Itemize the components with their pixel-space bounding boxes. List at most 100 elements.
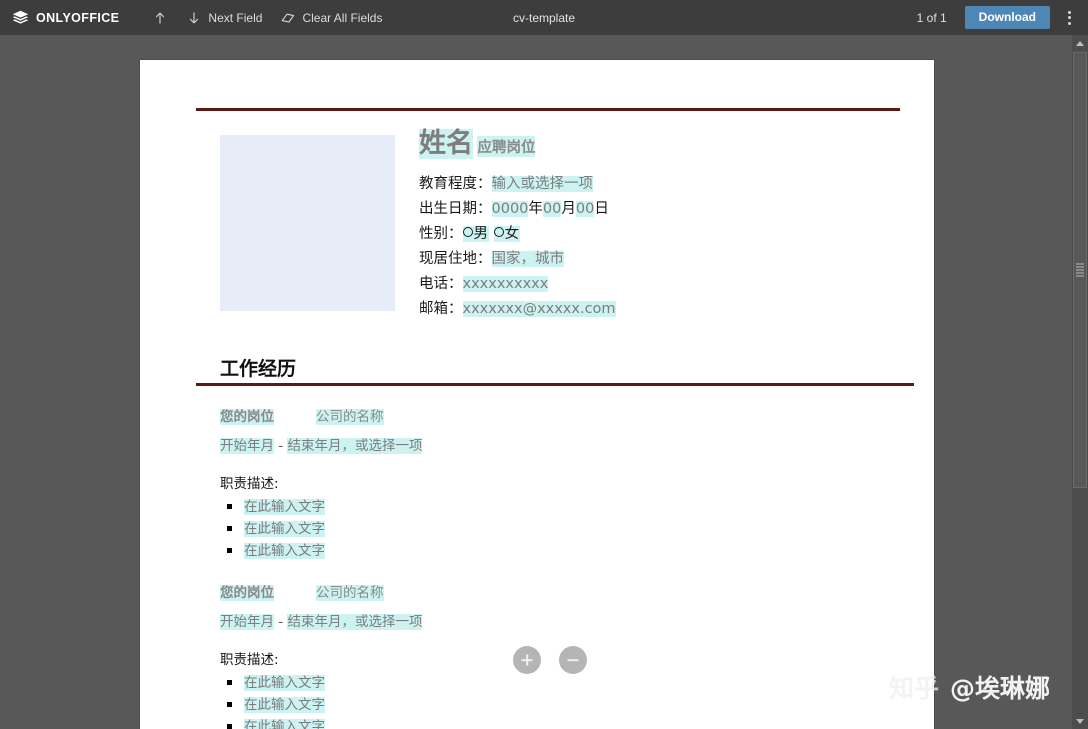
scrollbar-thumb[interactable]	[1073, 52, 1087, 488]
bullet-square-icon	[227, 526, 232, 532]
job-company-field[interactable]: 公司的名称	[316, 585, 384, 602]
triangle-down-icon	[1076, 718, 1084, 724]
bullet-square-icon	[227, 548, 232, 554]
gender-line: 性别： 男 女	[419, 222, 616, 247]
brand-name: ONLYOFFICE	[36, 10, 120, 25]
job-headline: 您的岗位 公司的名称	[220, 584, 900, 602]
gender-male-label: 男	[473, 226, 489, 243]
birthdate-line: 出生日期：0000年00月00日	[419, 197, 616, 222]
job-title-field[interactable]: 您的岗位	[220, 585, 274, 602]
duties-list: 在此输入文字 在此输入文字 在此输入文字	[220, 672, 900, 729]
applicant-role-field[interactable]: 应聘岗位	[477, 136, 536, 157]
duties-label: 职责描述:	[220, 476, 279, 493]
phone-field[interactable]: xxxxxxxxxx	[462, 276, 549, 293]
resume-header: 姓名 应聘岗位 教育程度：输入或选择一项 出生日期：0000年00月00日 性别…	[196, 128, 900, 322]
download-button[interactable]: Download	[964, 6, 1050, 29]
eraser-icon	[282, 13, 295, 23]
photo-placeholder[interactable]	[220, 135, 395, 311]
clear-all-fields-button[interactable]: Clear All Fields	[271, 0, 391, 35]
arrow-down-icon	[190, 12, 199, 23]
job-date-separator: -	[274, 438, 288, 455]
clear-all-fields-label: Clear All Fields	[302, 10, 383, 25]
education-label: 教育程度：	[419, 176, 492, 193]
job-start-date-field[interactable]: 开始年月	[220, 614, 274, 631]
duty-field[interactable]: 在此输入文字	[244, 499, 325, 516]
duty-field[interactable]: 在此输入文字	[244, 675, 325, 692]
vertical-scrollbar[interactable]	[1072, 35, 1088, 729]
previous-field-button[interactable]	[143, 0, 177, 35]
education-line: 教育程度：输入或选择一项	[419, 172, 616, 197]
document-viewer[interactable]: 姓名 应聘岗位 教育程度：输入或选择一项 出生日期：0000年00月00日 性别…	[0, 35, 1072, 729]
job-headline: 您的岗位 公司的名称	[220, 408, 900, 426]
zoom-in-button[interactable]	[513, 646, 541, 674]
stack-layers-icon	[12, 10, 29, 24]
residence-label: 现居住地：	[419, 251, 492, 268]
gender-female-label: 女	[504, 226, 520, 243]
zoom-out-button[interactable]	[559, 646, 587, 674]
next-field-button[interactable]: Next Field	[177, 0, 271, 35]
birth-year-unit: 年	[528, 201, 543, 218]
job-date-separator: -	[274, 614, 288, 631]
birth-day-unit: 日	[594, 201, 609, 218]
job-title-field[interactable]: 您的岗位	[220, 409, 274, 426]
list-item: 在此输入文字	[220, 496, 900, 518]
gender-male-option[interactable]: 男	[462, 226, 489, 243]
gender-female-option[interactable]: 女	[493, 226, 521, 243]
bullet-square-icon	[227, 680, 232, 686]
phone-line: 电话：xxxxxxxxxx	[419, 272, 616, 297]
bullet-square-icon	[227, 724, 232, 729]
birth-day-field[interactable]: 00	[575, 201, 595, 218]
section-rule	[196, 383, 914, 387]
birth-year-field[interactable]: 0000	[491, 201, 529, 218]
section-title-work-experience: 工作经历	[220, 358, 297, 381]
detail-lines: 教育程度：输入或选择一项 出生日期：0000年00月00日 性别：男 女 现居住…	[419, 172, 616, 322]
phone-label: 电话：	[419, 276, 463, 293]
zoom-controls	[513, 646, 587, 674]
email-line: 邮箱：xxxxxxx@xxxxx.com	[419, 297, 616, 322]
scrollbar-grip-icon	[1076, 263, 1084, 277]
birth-month-unit: 月	[561, 201, 576, 218]
duty-field[interactable]: 在此输入文字	[244, 521, 325, 538]
duty-field[interactable]: 在此输入文字	[244, 697, 325, 714]
onlyoffice-logo[interactable]: ONLYOFFICE	[12, 10, 119, 26]
job-entry: 您的岗位 公司的名称 开始年月 - 结束年月，或选择一项 职责描述: 在此输入文字…	[220, 408, 900, 562]
scroll-up-button[interactable]	[1072, 35, 1088, 51]
job-dates: 开始年月 - 结束年月，或选择一项	[220, 437, 900, 455]
gender-label: 性别：	[419, 226, 463, 243]
applicant-name-field[interactable]: 姓名	[419, 128, 473, 160]
watermark-user: @埃琳娜	[949, 674, 1050, 703]
bullet-square-icon	[227, 702, 232, 708]
radio-button-icon	[493, 227, 504, 238]
duties-list: 在此输入文字 在此输入文字 在此输入文字	[220, 496, 900, 562]
next-field-label: Next Field	[208, 10, 263, 25]
birth-month-field[interactable]: 00	[542, 201, 562, 218]
job-start-date-field[interactable]: 开始年月	[220, 438, 274, 455]
radio-button-icon	[462, 227, 473, 238]
bullet-square-icon	[227, 504, 232, 510]
residence-line: 现居住地：国家，城市	[419, 247, 616, 272]
list-item: 在此输入文字	[220, 518, 900, 540]
kebab-dot	[1067, 21, 1071, 25]
job-end-date-field[interactable]: 结束年月，或选择一项	[287, 438, 423, 455]
residence-field[interactable]: 国家，城市	[491, 251, 564, 268]
personal-info: 姓名 应聘岗位 教育程度：输入或选择一项 出生日期：0000年00月00日 性别…	[419, 128, 616, 322]
list-item: 在此输入文字	[220, 672, 900, 694]
email-field[interactable]: xxxxxxx@xxxxx.com	[462, 301, 616, 318]
duty-field[interactable]: 在此输入文字	[244, 719, 325, 729]
top-toolbar: ONLYOFFICE Next Field Clear All Fields c…	[0, 0, 1088, 35]
header-rule	[196, 108, 900, 111]
scroll-down-button[interactable]	[1072, 713, 1088, 729]
job-company-field[interactable]: 公司的名称	[316, 409, 384, 426]
kebab-dot	[1067, 16, 1071, 19]
kebab-menu-icon[interactable]	[1056, 5, 1082, 31]
page-indicator: 1 of 1	[916, 10, 947, 25]
list-item: 在此输入文字	[220, 540, 900, 562]
document-page: 姓名 应聘岗位 教育程度：输入或选择一项 出生日期：0000年00月00日 性别…	[140, 60, 934, 729]
list-item: 在此输入文字	[220, 694, 900, 716]
education-field[interactable]: 输入或选择一项	[491, 176, 593, 193]
duty-field[interactable]: 在此输入文字	[244, 543, 325, 560]
email-label: 邮箱：	[419, 301, 463, 318]
toolbar-right-group: 1 of 1 Download	[917, 5, 1088, 31]
job-dates: 开始年月 - 结束年月，或选择一项	[220, 613, 900, 631]
job-end-date-field[interactable]: 结束年月，或选择一项	[287, 614, 423, 631]
